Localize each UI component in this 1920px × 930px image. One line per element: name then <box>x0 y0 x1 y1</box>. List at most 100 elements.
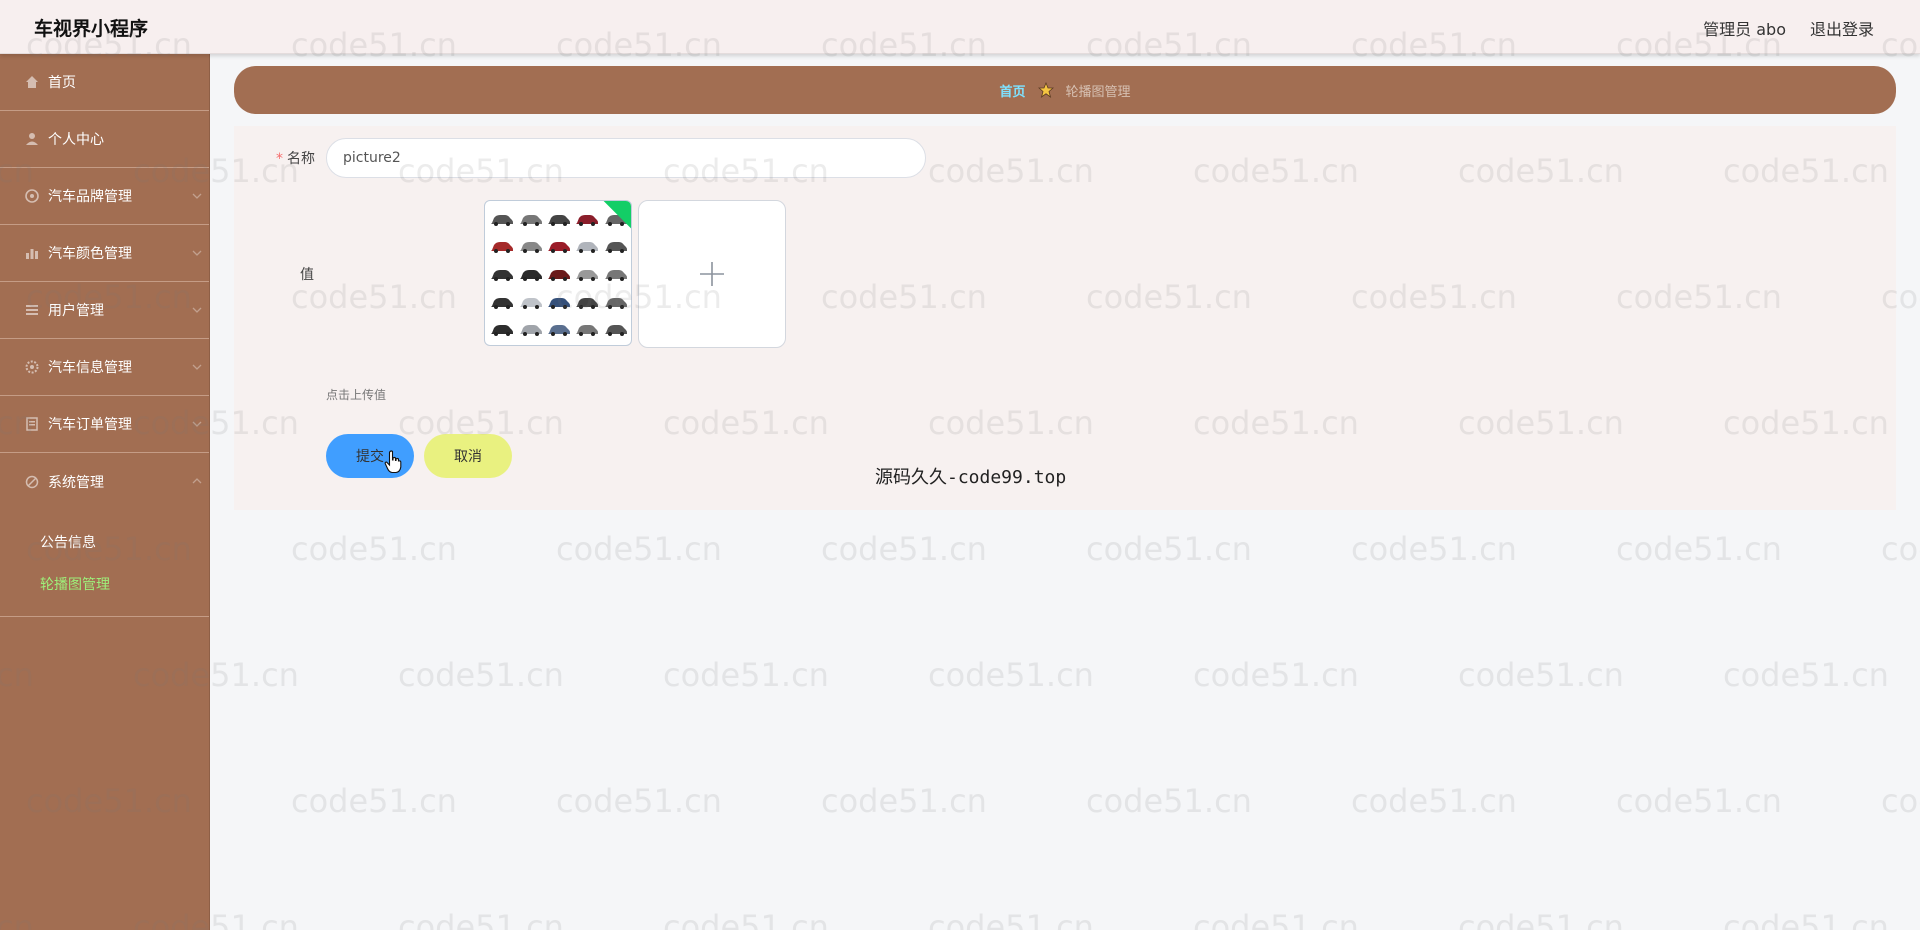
car-thumbnail <box>603 235 629 261</box>
sidebar-item-color-management[interactable]: 汽车颜色管理 <box>0 225 209 282</box>
car-thumbnail <box>517 235 543 261</box>
watermark-text: code51.cn <box>1723 656 1889 694</box>
sidebar-item-home[interactable]: 首页 <box>0 54 209 111</box>
source-watermark-text: 源码久久-code99.top <box>875 467 1067 488</box>
home-icon <box>24 74 40 90</box>
value-label: 值 <box>300 267 314 283</box>
chevron-down-icon <box>192 421 202 427</box>
watermark-text: code51.cn <box>291 530 457 568</box>
watermark-text: code51.cn <box>1616 530 1782 568</box>
watermark-text: code51.cn <box>398 908 564 930</box>
watermark-text: code51.cn <box>928 656 1094 694</box>
system-icon <box>24 474 40 490</box>
watermark-text: code51.cn <box>663 908 829 930</box>
star-icon <box>1037 82 1054 98</box>
sidebar-item-label: 系统管理 <box>48 474 104 491</box>
watermark-text: code51.cn <box>1351 782 1517 820</box>
app-title: 车视界小程序 <box>34 18 149 40</box>
car-thumbnail <box>574 290 600 316</box>
top-header: 车视界小程序 管理员 abo 退出登录 <box>0 0 1920 54</box>
breadcrumb-home[interactable]: 首页 <box>999 81 1025 100</box>
upload-tip: 点击上传值 <box>326 388 387 402</box>
watermark-text: code51.cn <box>1193 656 1359 694</box>
sidebar-item-order-management[interactable]: 汽车订单管理 <box>0 396 209 453</box>
car-thumbnail <box>546 235 572 261</box>
car-thumbnail <box>546 290 572 316</box>
watermark-text: code51.cn <box>1881 530 1920 568</box>
sidebar-item-label: 个人中心 <box>48 132 104 148</box>
watermark-text: code51.cn <box>1193 908 1359 930</box>
watermark-text: code51.cn <box>1723 908 1889 930</box>
sidebar-item-label: 首页 <box>48 75 76 91</box>
watermark-text: code51.cn <box>398 656 564 694</box>
sidebar-item-personal-center[interactable]: 个人中心 <box>0 111 209 168</box>
car-thumbnail <box>489 235 515 261</box>
watermark-text: code51.cn <box>556 530 722 568</box>
sidebar-subitem-carousel[interactable]: 轮播图管理 <box>0 564 209 606</box>
watermark-text: code51.cn <box>1616 782 1782 820</box>
car-thumbnail <box>517 262 543 288</box>
sidebar-item-brand-management[interactable]: 汽车品牌管理 <box>0 168 209 225</box>
name-input[interactable] <box>326 138 926 178</box>
chevron-down-icon <box>192 364 202 370</box>
chevron-down-icon <box>192 250 202 256</box>
order-icon <box>24 416 40 432</box>
watermark-text: code51.cn <box>1086 530 1252 568</box>
user-icon <box>24 131 40 147</box>
breadcrumb: 首页 轮播图管理 <box>234 66 1896 114</box>
watermark-text: code51.cn <box>1458 656 1624 694</box>
watermark-text: code51.cn <box>1881 782 1920 820</box>
car-thumbnail <box>574 262 600 288</box>
brand-icon <box>24 188 40 204</box>
car-thumbnail <box>546 262 572 288</box>
car-thumbnail <box>574 317 600 343</box>
chevron-up-icon <box>192 478 202 484</box>
sidebar-item-user-management[interactable]: 用户管理 <box>0 282 209 339</box>
sidebar-item-label: 汽车信息管理 <box>48 360 132 376</box>
breadcrumb-current: 轮播图管理 <box>1065 84 1131 100</box>
gear-icon <box>24 359 40 375</box>
car-thumbnail <box>574 235 600 261</box>
sidebar-subitem-notice[interactable]: 公告信息 <box>0 522 209 564</box>
car-thumbnail <box>489 317 515 343</box>
cancel-button[interactable]: 取消 <box>424 434 512 478</box>
system-submenu: 公告信息 轮播图管理 <box>0 510 209 617</box>
user-info: 管理员 abo <box>1703 20 1786 39</box>
plus-icon <box>700 262 724 286</box>
sidebar-item-label: 用户管理 <box>48 303 104 319</box>
watermark-text: code51.cn <box>1351 530 1517 568</box>
watermark-text: code51.cn <box>556 782 722 820</box>
upload-button[interactable] <box>638 200 786 348</box>
car-thumbnail <box>489 207 515 233</box>
list-icon <box>24 302 40 318</box>
watermark-text: code51.cn <box>821 530 987 568</box>
sidebar-item-label: 汽车颜色管理 <box>48 246 132 262</box>
hand-cursor-icon <box>384 450 402 474</box>
car-thumbnail <box>489 290 515 316</box>
car-thumbnail <box>517 207 543 233</box>
car-thumbnail <box>603 290 629 316</box>
watermark-text: code51.cn <box>291 782 457 820</box>
name-label: * 名称 <box>276 151 315 167</box>
car-thumbnail <box>517 317 543 343</box>
watermark-text: code51.cn <box>928 908 1094 930</box>
bar-chart-icon <box>24 245 40 261</box>
car-thumbnail <box>546 207 572 233</box>
car-thumbnail <box>574 207 600 233</box>
sidebar-item-label: 汽车品牌管理 <box>48 189 132 205</box>
car-thumbnail <box>517 290 543 316</box>
sidebar: 首页 个人中心 汽车品牌管理 汽车颜色管理 用户管理 汽车信息管理 汽车订单管理… <box>0 54 210 930</box>
chevron-down-icon <box>192 307 202 313</box>
uploaded-image-thumbnail[interactable] <box>484 200 632 346</box>
watermark-text: code51.cn <box>821 782 987 820</box>
car-thumbnail <box>489 262 515 288</box>
logout-link[interactable]: 退出登录 <box>1810 16 1874 40</box>
watermark-text: code51.cn <box>1086 782 1252 820</box>
sidebar-item-label: 汽车订单管理 <box>48 417 132 433</box>
car-thumbnail <box>603 262 629 288</box>
car-thumbnail <box>603 317 629 343</box>
watermark-text: code51.cn <box>1458 908 1624 930</box>
sidebar-item-system-management[interactable]: 系统管理 <box>0 453 209 510</box>
sidebar-item-car-info-management[interactable]: 汽车信息管理 <box>0 339 209 396</box>
chevron-down-icon <box>192 193 202 199</box>
